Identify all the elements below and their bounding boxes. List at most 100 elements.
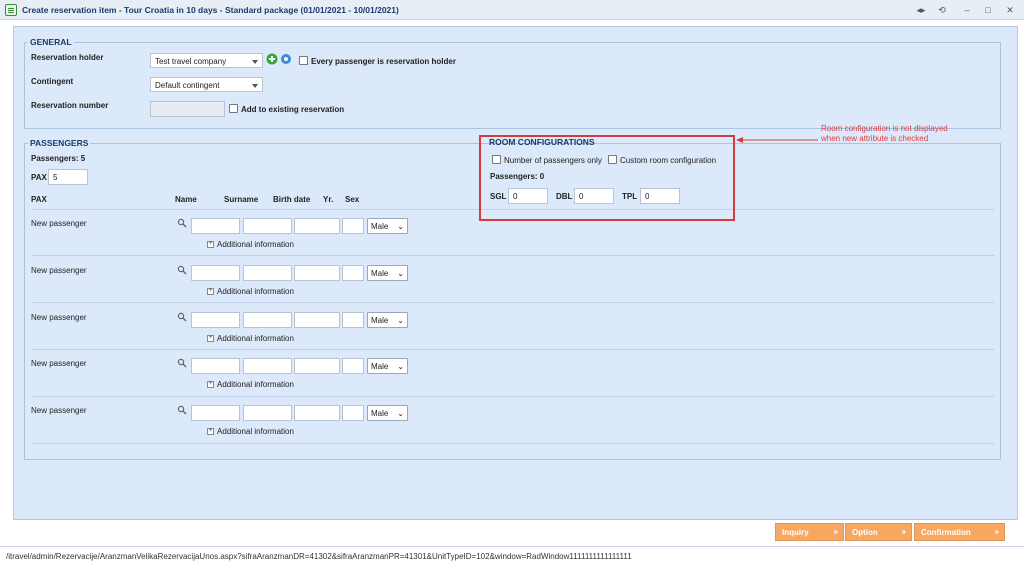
contingent-label: Contingent (31, 77, 74, 86)
add-icon[interactable] (266, 53, 278, 65)
annotation-arrow (736, 137, 818, 143)
sex-select[interactable]: Male ⌄ (367, 265, 408, 281)
header-birth-date: Birth date (273, 195, 311, 204)
annotation-line-1: Room configuration is not displayed (821, 124, 948, 133)
settings-icon[interactable] (280, 53, 292, 65)
sex-value: Male (371, 222, 389, 231)
header-surname: Surname (224, 195, 259, 204)
passengers-count: Passengers: 5 (31, 154, 86, 163)
header-sex: Sex (345, 195, 360, 204)
reservation-number-label: Reservation number (31, 101, 109, 110)
surname-input[interactable] (243, 265, 292, 281)
yr-input[interactable] (342, 265, 364, 281)
yr-input[interactable] (342, 358, 364, 374)
chevron-down-icon: ⌄ (397, 222, 404, 231)
double-arrow-icon: » (901, 527, 906, 536)
header-yr: Yr. (323, 195, 334, 204)
search-icon[interactable] (177, 218, 187, 228)
expand-icon[interactable]: + (207, 288, 214, 295)
sex-select[interactable]: Male ⌄ (367, 218, 408, 234)
row-divider (32, 396, 994, 397)
maximize-icon[interactable]: □ (981, 3, 995, 17)
status-bar: /itravel/admin/Rezervacije/AranzmanVelik… (0, 546, 1024, 566)
surname-input[interactable] (243, 358, 292, 374)
double-arrow-icon: » (833, 527, 838, 536)
general-legend: GENERAL (30, 37, 72, 47)
add-existing-checkbox[interactable] (229, 104, 238, 113)
chevron-down-icon: ⌄ (397, 362, 404, 371)
yr-input[interactable] (342, 218, 364, 234)
surname-input[interactable] (243, 405, 292, 421)
sex-value: Male (371, 269, 389, 278)
minimize-icon[interactable]: – (960, 3, 974, 17)
passenger-label: New passenger (31, 359, 87, 368)
passengers-legend: PASSENGERS (30, 138, 89, 148)
sex-select[interactable]: Male ⌄ (367, 312, 408, 328)
inquiry-label: Inquiry (782, 528, 809, 537)
sex-select[interactable]: Male ⌄ (367, 405, 408, 421)
expand-icon[interactable]: + (207, 428, 214, 435)
additional-info-link[interactable]: Additional information (217, 380, 294, 389)
birth-date-input[interactable] (294, 358, 340, 374)
chevron-down-icon: ⌄ (397, 269, 404, 278)
form-icon (5, 4, 17, 16)
pax-label: PAX (31, 173, 47, 182)
additional-info-link[interactable]: Additional information (217, 334, 294, 343)
name-input[interactable] (191, 405, 240, 421)
birth-date-input[interactable] (294, 405, 340, 421)
close-icon[interactable]: ✕ (1003, 3, 1017, 17)
surname-input[interactable] (243, 312, 292, 328)
name-input[interactable] (191, 218, 240, 234)
contingent-select[interactable]: Default contingent (150, 77, 263, 92)
surname-input[interactable] (243, 218, 292, 234)
search-icon[interactable] (177, 312, 187, 322)
passenger-label: New passenger (31, 406, 87, 415)
every-passenger-checkbox[interactable] (299, 56, 308, 65)
yr-input[interactable] (342, 312, 364, 328)
name-input[interactable] (191, 358, 240, 374)
expand-icon[interactable]: + (207, 241, 214, 248)
chevron-down-icon: ⌄ (397, 316, 404, 325)
additional-info-link[interactable]: Additional information (217, 287, 294, 296)
additional-info-link[interactable]: Additional information (217, 427, 294, 436)
inquiry-button[interactable]: Inquiry » (775, 523, 844, 541)
passenger-label: New passenger (31, 219, 87, 228)
contingent-value: Default contingent (155, 81, 220, 90)
yr-input[interactable] (342, 405, 364, 421)
header-name: Name (175, 195, 197, 204)
sex-value: Male (371, 362, 389, 371)
chevron-down-icon (252, 60, 258, 64)
row-divider (32, 302, 994, 303)
pax-input[interactable]: 5 (48, 169, 88, 185)
birth-date-input[interactable] (294, 218, 340, 234)
additional-info-link[interactable]: Additional information (217, 240, 294, 249)
name-input[interactable] (191, 265, 240, 281)
birth-date-input[interactable] (294, 265, 340, 281)
chevron-down-icon: ⌄ (397, 409, 404, 418)
sex-value: Male (371, 316, 389, 325)
reservation-number-input[interactable] (150, 101, 225, 117)
reservation-holder-select[interactable]: Test travel company (150, 53, 263, 68)
confirmation-button[interactable]: Confirmation » (914, 523, 1005, 541)
double-arrow-icon: » (994, 527, 999, 536)
passenger-label: New passenger (31, 266, 87, 275)
chevron-down-icon (252, 84, 258, 88)
reload-icon[interactable]: ⟲ (935, 3, 949, 17)
option-button[interactable]: Option » (845, 523, 912, 541)
search-icon[interactable] (177, 405, 187, 415)
birth-date-input[interactable] (294, 312, 340, 328)
search-icon[interactable] (177, 358, 187, 368)
row-divider (32, 255, 994, 256)
sex-select[interactable]: Male ⌄ (367, 358, 408, 374)
name-input[interactable] (191, 312, 240, 328)
passenger-label: New passenger (31, 313, 87, 322)
expand-icon[interactable]: + (207, 381, 214, 388)
pin-icon[interactable]: ◂▸ (914, 3, 928, 17)
highlight-box (479, 135, 735, 221)
reservation-holder-label: Reservation holder (31, 53, 104, 62)
add-existing-label: Add to existing reservation (241, 105, 345, 114)
search-icon[interactable] (177, 265, 187, 275)
expand-icon[interactable]: + (207, 335, 214, 342)
every-passenger-label: Every passenger is reservation holder (311, 57, 456, 66)
window-title: Create reservation item - Tour Croatia i… (22, 5, 399, 15)
